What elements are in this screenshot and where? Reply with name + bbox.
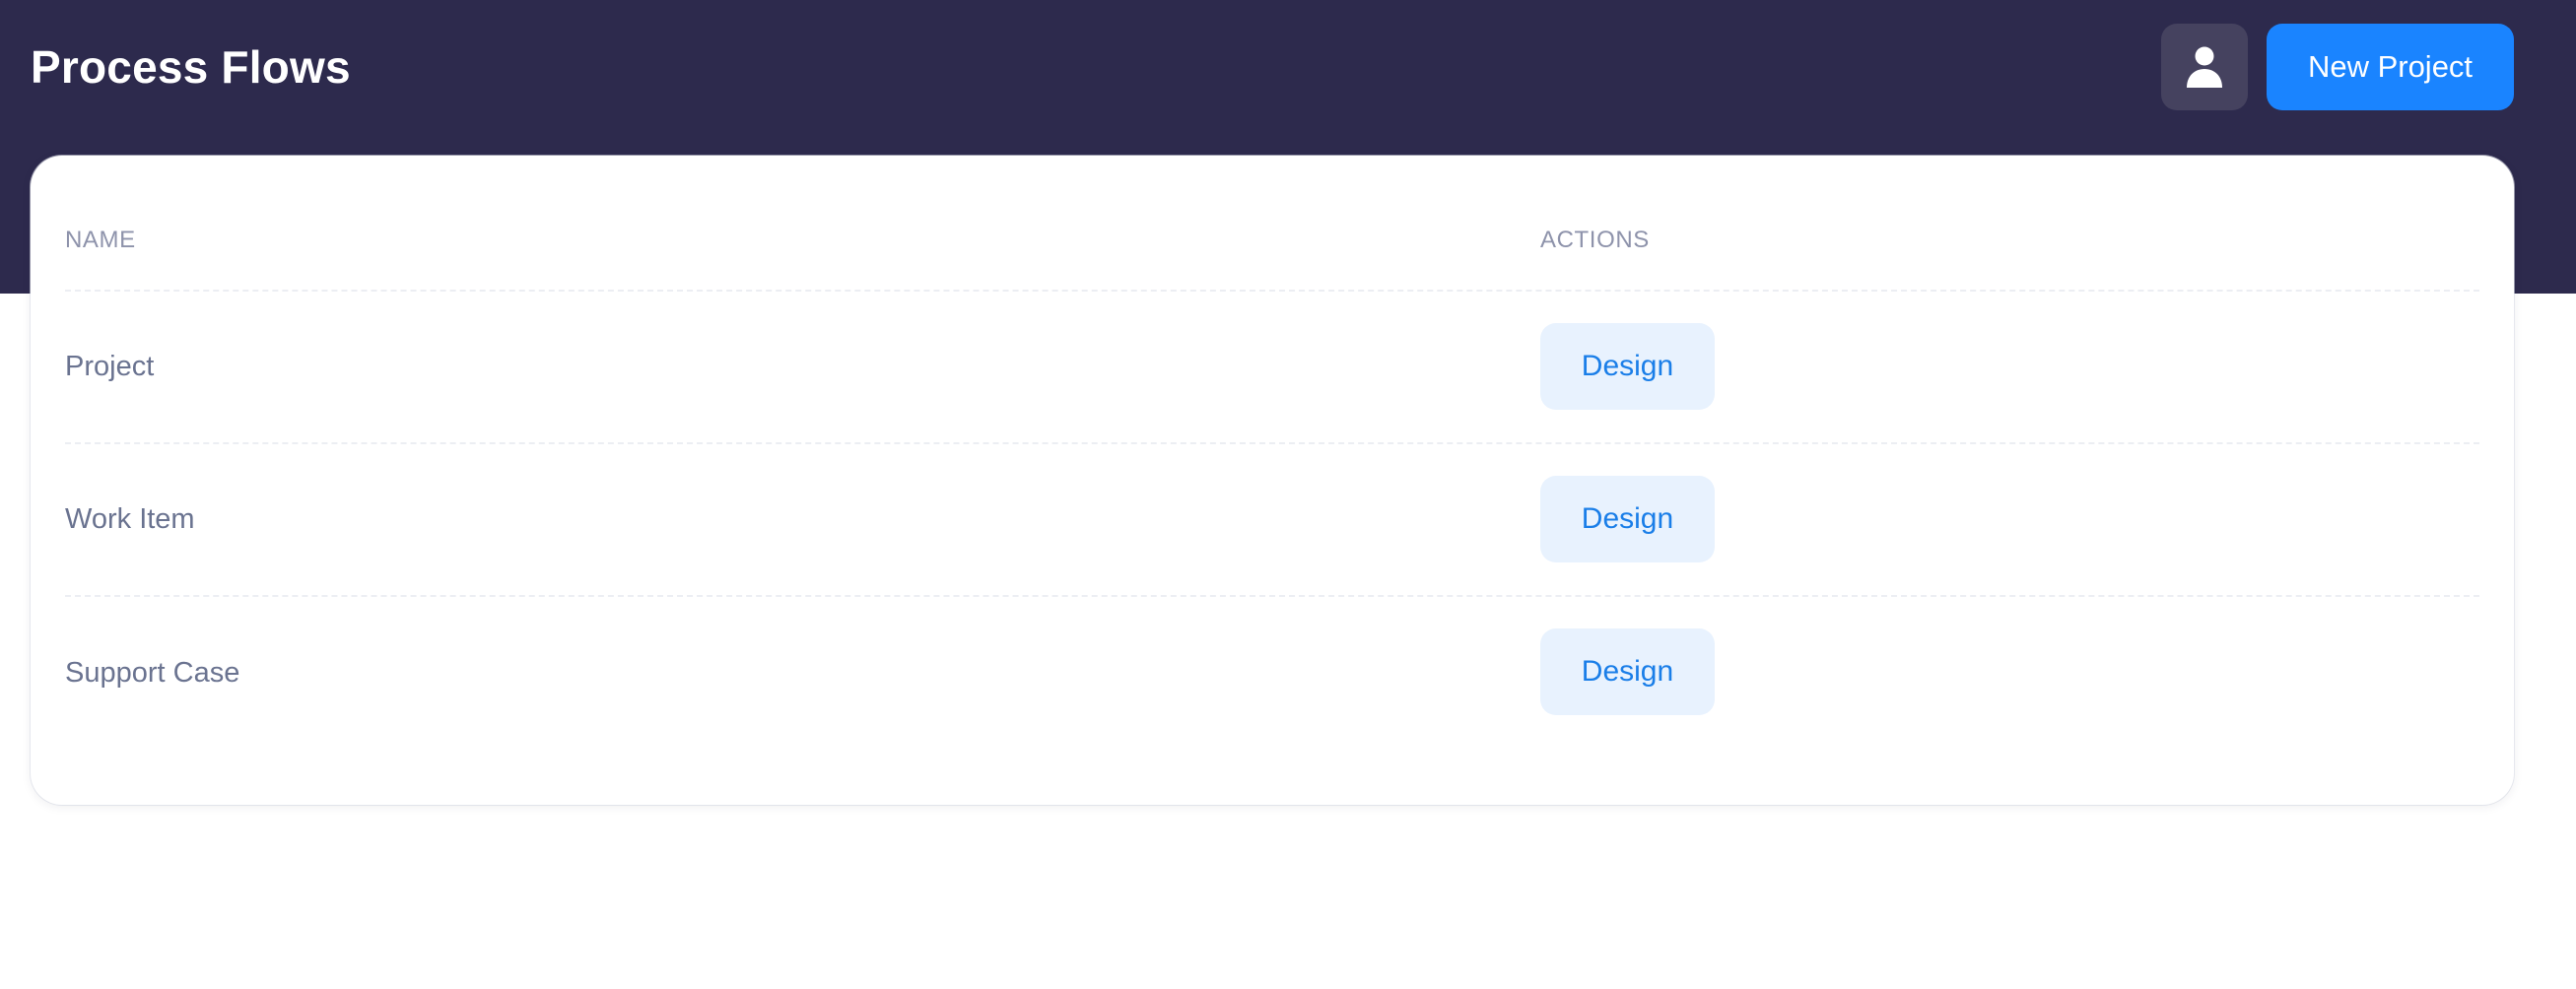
header: Process Flows New Project [0, 0, 2576, 156]
process-flows-card: NAME ACTIONS Project Design Work Item De… [31, 156, 2514, 805]
design-button[interactable]: Design [1540, 323, 1715, 410]
table-row: Support Case Design [65, 597, 2479, 750]
table-header: NAME ACTIONS [65, 156, 2479, 292]
user-icon [2187, 46, 2222, 88]
column-header-name: NAME [65, 227, 136, 253]
row-name: Project [65, 351, 155, 382]
user-avatar-button[interactable] [2161, 24, 2248, 110]
table-row: Project Design [65, 292, 2479, 444]
design-button[interactable]: Design [1540, 628, 1715, 715]
design-button[interactable]: Design [1540, 476, 1715, 562]
row-name: Support Case [65, 657, 240, 689]
new-project-button[interactable]: New Project [2267, 24, 2514, 110]
process-flows-table: NAME ACTIONS Project Design Work Item De… [65, 156, 2479, 750]
row-name: Work Item [65, 503, 195, 535]
page-title: Process Flows [31, 41, 351, 93]
table-row: Work Item Design [65, 444, 2479, 597]
column-header-actions: ACTIONS [1540, 227, 1650, 253]
